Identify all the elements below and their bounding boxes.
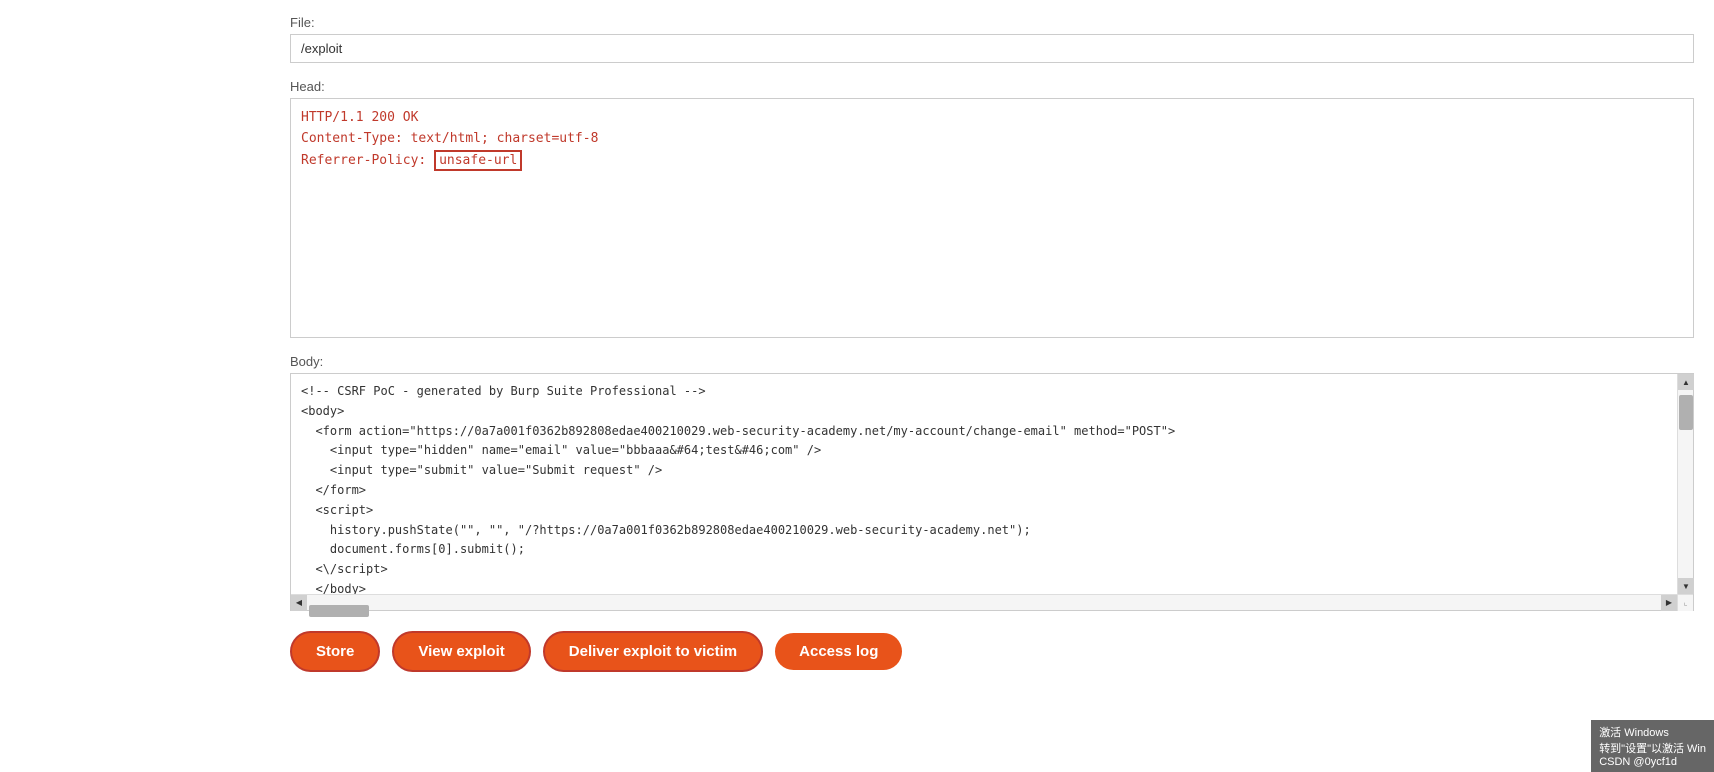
head-section: Head: HTTP/1.1 200 OK Content-Type: text… xyxy=(290,79,1694,338)
buttons-row: Store View exploit Deliver exploit to vi… xyxy=(290,631,1694,672)
file-input[interactable] xyxy=(290,34,1694,63)
scroll-thumb[interactable] xyxy=(1679,395,1693,430)
watermark-line1: 激活 Windows xyxy=(1599,724,1706,740)
access-log-button[interactable]: Access log xyxy=(775,633,902,670)
view-exploit-button[interactable]: View exploit xyxy=(392,631,530,672)
body-inner: <!-- CSRF PoC - generated by Burp Suite … xyxy=(291,374,1693,594)
referrer-highlight: unsafe-url xyxy=(434,150,522,171)
body-textarea[interactable]: <!-- CSRF PoC - generated by Burp Suite … xyxy=(291,374,1677,594)
deliver-exploit-button[interactable]: Deliver exploit to victim xyxy=(543,631,763,672)
file-section: File: xyxy=(290,15,1694,63)
body-section: Body: <!-- CSRF PoC - generated by Burp … xyxy=(290,354,1694,611)
store-button[interactable]: Store xyxy=(290,631,380,672)
head-textarea[interactable]: HTTP/1.1 200 OK Content-Type: text/html;… xyxy=(290,98,1694,338)
watermark-line2: 转到"设置"以激活 Win xyxy=(1599,740,1706,756)
scroll-track xyxy=(1678,390,1693,578)
vertical-scrollbar[interactable]: ▲ ▼ xyxy=(1677,374,1693,594)
resize-corner: ⌞ xyxy=(1677,595,1693,611)
head-label: Head: xyxy=(290,79,1694,94)
watermark-line3: CSDN @0ycf1d xyxy=(1599,756,1706,768)
file-label: File: xyxy=(290,15,1694,30)
scroll-right-btn[interactable]: ▶ xyxy=(1661,595,1677,611)
scroll-down-btn[interactable]: ▼ xyxy=(1678,578,1694,594)
h-scroll-thumb[interactable] xyxy=(309,605,369,617)
head-content: HTTP/1.1 200 OK Content-Type: text/html;… xyxy=(301,107,1683,171)
scroll-up-btn[interactable]: ▲ xyxy=(1678,374,1694,390)
head-line2: Content-Type: text/html; charset=utf-8 xyxy=(301,128,1683,149)
referrer-prefix: Referrer-Policy: xyxy=(301,153,434,168)
page-wrapper: File: Head: HTTP/1.1 200 OK Content-Type… xyxy=(0,0,1714,772)
body-wrapper: <!-- CSRF PoC - generated by Burp Suite … xyxy=(290,373,1694,611)
body-content: <!-- CSRF PoC - generated by Burp Suite … xyxy=(301,382,1667,594)
horizontal-scrollbar: ◀ ▶ ⌞ xyxy=(291,594,1693,610)
watermark: 激活 Windows 转到"设置"以激活 Win CSDN @0ycf1d xyxy=(1591,720,1714,772)
head-line3: Referrer-Policy: unsafe-url xyxy=(301,150,1683,171)
content-area: File: Head: HTTP/1.1 200 OK Content-Type… xyxy=(290,10,1694,672)
body-label: Body: xyxy=(290,354,1694,369)
scroll-left-btn[interactable]: ◀ xyxy=(291,595,307,611)
head-line1: HTTP/1.1 200 OK xyxy=(301,107,1683,128)
